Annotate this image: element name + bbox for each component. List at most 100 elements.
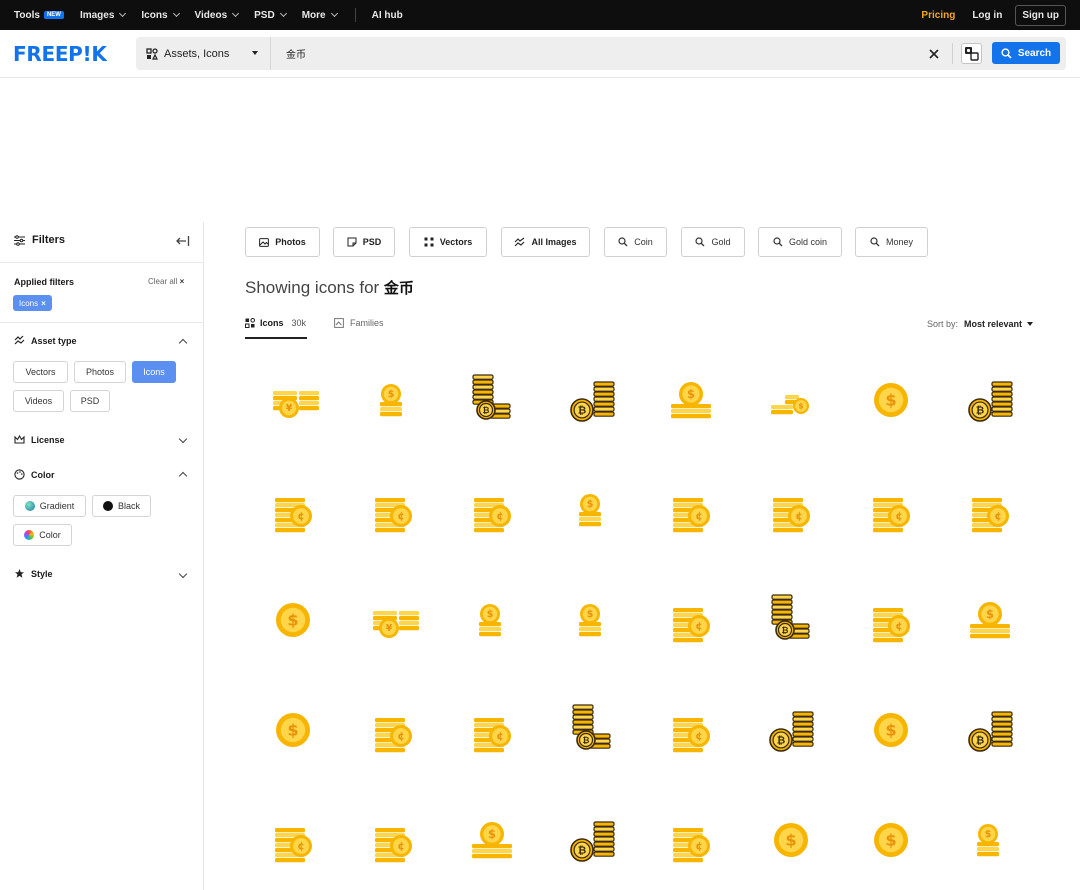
nav-icons-label: Icons [141, 9, 168, 21]
nav-ai-hub[interactable]: AI hub [372, 10, 403, 21]
coin-stack-icon: ₿ [769, 711, 814, 752]
icon-result-item[interactable]: ¢ [345, 462, 441, 562]
filter-icons-button[interactable]: Icons [132, 361, 176, 383]
tab-families[interactable]: Families [334, 318, 384, 328]
icon-result-item[interactable]: ₿ [942, 682, 1038, 782]
nav-divider [354, 8, 356, 22]
nav-psd[interactable]: PSD [254, 10, 287, 21]
icon-result-item[interactable]: ¢ [245, 792, 341, 890]
sort-value: Most relevant [964, 319, 1023, 329]
chevron-down-icon[interactable] [178, 569, 188, 579]
filter-photos-button[interactable]: Photos [74, 361, 126, 383]
sort-dropdown[interactable]: Sort by: Most relevant [927, 319, 1034, 329]
pricing-link[interactable]: Pricing [921, 10, 955, 21]
vector-icon [424, 237, 434, 247]
chip-gold-coin[interactable]: Gold coin [758, 227, 842, 257]
icon-result-item[interactable]: ₿ [743, 682, 839, 782]
icon-result-item[interactable]: $ [245, 572, 341, 672]
nav-more-label: More [301, 9, 326, 21]
svg-text:$: $ [287, 610, 298, 629]
icon-result-item[interactable]: $ [245, 682, 341, 782]
svg-text:$: $ [687, 387, 695, 401]
icon-result-item[interactable]: ¢ [643, 572, 739, 672]
filter-videos-button[interactable]: Videos [13, 390, 64, 412]
chevron-down-icon[interactable] [178, 434, 188, 444]
asset-type-section-header[interactable]: Asset type [14, 335, 77, 346]
asset-type-select[interactable]: Assets, Icons [136, 37, 271, 70]
clear-all-link[interactable]: Clear all × [148, 277, 184, 286]
icon-result-item[interactable]: ¢ [345, 682, 441, 782]
icon-result-item[interactable]: $ [345, 352, 441, 452]
icon-result-item[interactable]: ₿ [444, 352, 540, 452]
coin-stack-icon: ¢ [673, 828, 711, 863]
coin-stack-icon: $ [578, 604, 601, 637]
icon-result-item[interactable]: $ [843, 682, 939, 782]
coin-stack-icon: ¢ [872, 498, 910, 533]
icon-result-item[interactable]: ¢ [942, 462, 1038, 562]
search-input[interactable] [286, 37, 916, 70]
chevron-up-icon[interactable] [178, 338, 188, 348]
color-black-button[interactable]: Black [92, 495, 151, 517]
chip-gold[interactable]: Gold [681, 227, 745, 257]
remove-filter-icon[interactable]: × [41, 299, 46, 308]
license-section-header[interactable]: License [14, 434, 65, 445]
chevron-up-icon[interactable] [178, 471, 188, 481]
icon-result-item[interactable]: ¢ [345, 792, 441, 890]
nav-tools[interactable]: Tools NEW [14, 10, 64, 21]
multicolor-label: Color [39, 530, 61, 540]
chip-psd[interactable]: PSD [333, 227, 395, 257]
freepik-logo[interactable]: FREEP!K [13, 42, 107, 66]
icon-result-item[interactable]: ¢ [643, 792, 739, 890]
icon-result-item[interactable]: ¢ [444, 682, 540, 782]
icon-result-item[interactable]: ¥ [345, 572, 441, 672]
search-by-image-button[interactable] [961, 43, 982, 64]
nav-images[interactable]: Images [80, 10, 127, 21]
chip-coin[interactable]: Coin [604, 227, 667, 257]
icon-result-item[interactable]: $ [544, 572, 640, 672]
nav-icons[interactable]: Icons [141, 9, 180, 21]
icon-result-item[interactable]: ¢ [444, 462, 540, 562]
icon-result-item[interactable]: ₿ [544, 792, 640, 890]
tab-icons[interactable]: Icons 30k [245, 318, 306, 328]
chip-photos[interactable]: Photos [245, 227, 320, 257]
chip-vectors[interactable]: Vectors [409, 227, 487, 257]
icon-result-item[interactable]: $ [942, 572, 1038, 672]
icon-result-item[interactable]: ¢ [245, 462, 341, 562]
icon-result-item[interactable]: $ [843, 792, 939, 890]
icon-result-item[interactable]: $ [444, 572, 540, 672]
login-link[interactable]: Log in [972, 10, 1002, 21]
icon-result-item[interactable]: $ [843, 352, 939, 452]
color-multicolor-button[interactable]: Color [13, 524, 72, 546]
chip-money[interactable]: Money [855, 227, 928, 257]
icon-result-item[interactable]: ¥ [245, 352, 341, 452]
color-section-header[interactable]: Color [14, 469, 55, 480]
color-gradient-button[interactable]: Gradient [13, 495, 86, 517]
nav-videos[interactable]: Videos [195, 10, 240, 21]
icon-result-item[interactable]: ¢ [843, 572, 939, 672]
icon-result-item[interactable]: ₿ [544, 352, 640, 452]
icon-result-item[interactable]: $ [942, 792, 1038, 890]
icon-result-item[interactable]: ¢ [843, 462, 939, 562]
search-button[interactable]: Search [992, 42, 1060, 64]
collapse-sidebar-icon[interactable] [176, 234, 190, 248]
style-section-header[interactable]: Style [14, 568, 53, 579]
icon-result-item[interactable]: ¢ [643, 682, 739, 782]
signup-button[interactable]: Sign up [1015, 4, 1066, 26]
icon-result-item[interactable]: $ [544, 462, 640, 562]
filter-psd-button[interactable]: PSD [70, 390, 110, 412]
icon-result-item[interactable]: ₿ [544, 682, 640, 782]
icon-result-item[interactable]: ₿ [743, 572, 839, 672]
icon-result-item[interactable]: ₿ [942, 352, 1038, 452]
icon-result-item[interactable]: $ [743, 792, 839, 890]
clear-all-label: Clear all [148, 277, 178, 286]
icon-result-item[interactable]: $ [643, 352, 739, 452]
icon-result-item[interactable]: ¢ [743, 462, 839, 562]
clear-search-icon[interactable] [926, 46, 942, 62]
nav-more[interactable]: More [301, 9, 338, 21]
applied-filter-chip[interactable]: Icons × [13, 295, 52, 311]
icon-result-item[interactable]: $ [444, 792, 540, 890]
filter-vectors-button[interactable]: Vectors [13, 361, 68, 383]
icon-result-item[interactable]: ¢ [643, 462, 739, 562]
icon-result-item[interactable]: $ [743, 352, 839, 452]
chip-all-images[interactable]: All Images [501, 227, 590, 257]
